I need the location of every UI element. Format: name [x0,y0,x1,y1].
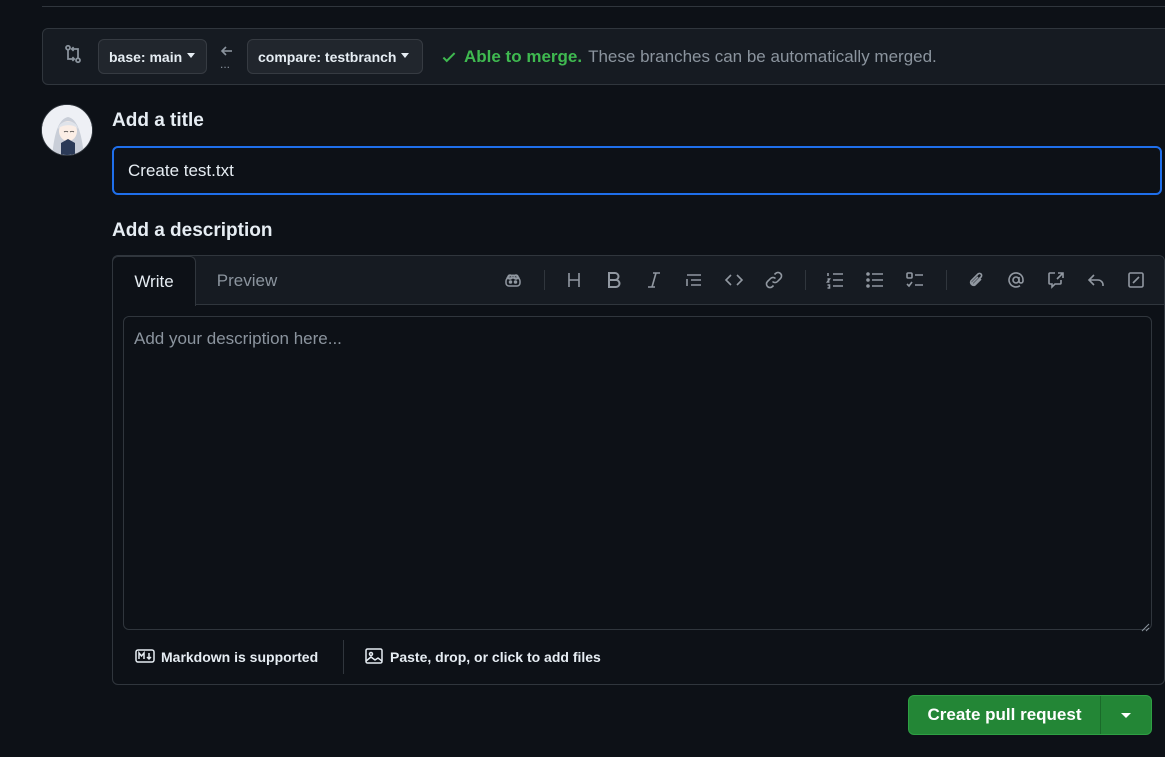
reply-icon[interactable] [1085,269,1107,291]
link-icon[interactable] [763,269,785,291]
merge-ok-text: Able to merge. [464,47,583,66]
toolbar-divider [544,270,545,290]
reference-icon[interactable] [1045,269,1067,291]
markdown-label: Markdown is supported [161,649,319,665]
toolbar-divider [946,270,947,290]
copilot-icon[interactable] [502,269,524,291]
unordered-list-icon[interactable] [864,269,886,291]
slash-command-icon[interactable] [1125,269,1147,291]
attach-icon[interactable] [965,269,987,291]
mention-icon[interactable] [1005,269,1027,291]
ellipsis-label: ... [220,57,231,71]
title-input[interactable] [112,146,1162,195]
compare-branch-label: compare: testbranch [258,48,397,65]
add-files-button[interactable]: Paste, drop, or click to add files [364,638,601,676]
merge-status: Able to merge. These branches can be aut… [440,47,937,67]
markdown-supported-link[interactable]: Markdown is supported [135,638,318,676]
italic-icon[interactable] [643,269,665,291]
markdown-icon [135,648,161,666]
bold-icon[interactable] [603,269,625,291]
compare-bar: base: main ... compare: testbranch Able … [42,28,1165,85]
chevron-down-icon [1121,712,1131,718]
editor-footer: Markdown is supported Paste, drop, or cl… [113,638,1164,684]
tab-write[interactable]: Write [112,256,196,306]
check-icon [440,48,458,66]
avatar[interactable] [41,104,93,156]
code-icon[interactable] [723,269,745,291]
git-compare-icon [63,44,83,64]
tab-preview[interactable]: Preview [208,256,286,305]
resize-handle-icon[interactable] [1140,619,1150,632]
base-branch-button[interactable]: base: main [98,39,207,74]
quote-icon[interactable] [683,269,705,291]
top-divider [42,6,1165,7]
base-branch-label: base: main [109,48,183,65]
chevron-down-icon [401,53,410,58]
heading-icon[interactable] [563,269,585,291]
create-pull-request-group: Create pull request [908,695,1152,735]
toolbar-divider [805,270,806,290]
description-heading: Add a description [112,220,273,241]
add-files-label: Paste, drop, or click to add files [390,649,601,665]
ordered-list-icon[interactable] [824,269,846,291]
footer-divider [343,640,344,674]
title-heading: Add a title [112,110,204,131]
create-pull-request-button[interactable]: Create pull request [909,696,1101,734]
compare-branch-button[interactable]: compare: testbranch [247,39,423,74]
chevron-down-icon [187,53,196,58]
description-textarea[interactable] [123,316,1152,630]
editor-toolbar: Write Preview [112,256,1164,306]
task-list-icon[interactable] [904,269,926,291]
merge-message: These branches can be automatically merg… [588,47,937,66]
description-editor: Write Preview Add your description here.… [112,255,1165,685]
image-icon [364,646,390,669]
create-options-dropdown[interactable] [1101,696,1151,734]
